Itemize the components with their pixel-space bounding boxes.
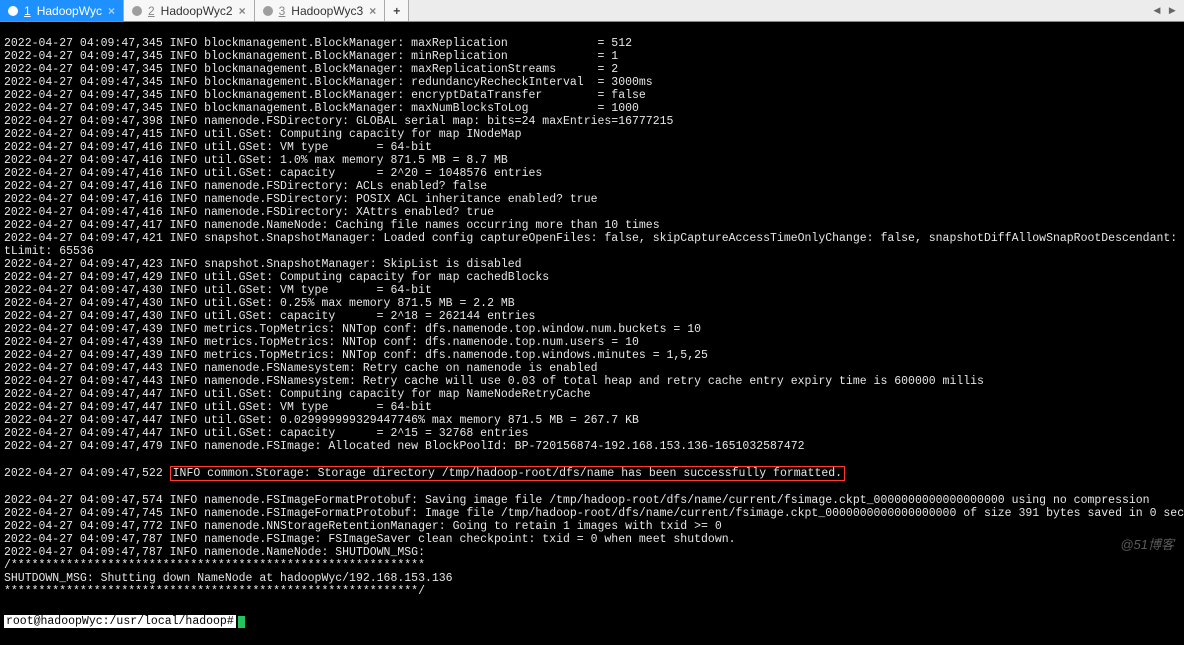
log-line: 2022-04-27 04:09:47,447 INFO util.GSet: … xyxy=(4,388,1180,401)
log-line: 2022-04-27 04:09:47,772 INFO namenode.NN… xyxy=(4,520,1180,533)
scroll-left-icon[interactable]: ◄ xyxy=(1151,5,1162,17)
log-line: SHUTDOWN_MSG: Shutting down NameNode at … xyxy=(4,572,1180,585)
log-line: 2022-04-27 04:09:47,345 INFO blockmanage… xyxy=(4,63,1180,76)
close-icon[interactable]: × xyxy=(108,4,115,18)
status-dot-icon xyxy=(263,6,273,16)
log-line: 2022-04-27 04:09:47,417 INFO namenode.Na… xyxy=(4,219,1180,232)
tab-number: 1 xyxy=(24,4,31,18)
tab-hadoopwyc2[interactable]: 2 HadoopWyc2 × xyxy=(124,0,255,21)
log-line-highlighted: 2022-04-27 04:09:47,522 INFO common.Stor… xyxy=(4,466,1180,481)
log-line: 2022-04-27 04:09:47,430 INFO util.GSet: … xyxy=(4,297,1180,310)
log-line: 2022-04-27 04:09:47,429 INFO util.GSet: … xyxy=(4,271,1180,284)
log-line: 2022-04-27 04:09:47,345 INFO blockmanage… xyxy=(4,102,1180,115)
log-line: 2022-04-27 04:09:47,787 INFO namenode.Na… xyxy=(4,546,1180,559)
log-line: 2022-04-27 04:09:47,439 INFO metrics.Top… xyxy=(4,349,1180,362)
log-line: 2022-04-27 04:09:47,415 INFO util.GSet: … xyxy=(4,128,1180,141)
tab-bar: 1 HadoopWyc × 2 HadoopWyc2 × 3 HadoopWyc3 × + ◄ … xyxy=(0,0,1184,22)
log-line: 2022-04-27 04:09:47,416 INFO util.GSet: … xyxy=(4,141,1180,154)
log-line: 2022-04-27 04:09:47,443 INFO namenode.FS… xyxy=(4,375,1180,388)
log-line: 2022-04-27 04:09:47,574 INFO namenode.FS… xyxy=(4,494,1180,507)
log-line: 2022-04-27 04:09:47,439 INFO metrics.Top… xyxy=(4,323,1180,336)
log-line: ****************************************… xyxy=(4,585,1180,598)
log-line: 2022-04-27 04:09:47,447 INFO util.GSet: … xyxy=(4,414,1180,427)
log-line: 2022-04-27 04:09:47,421 INFO snapshot.Sn… xyxy=(4,232,1180,245)
add-tab-button[interactable]: + xyxy=(385,0,409,21)
log-line: 2022-04-27 04:09:47,416 INFO namenode.FS… xyxy=(4,206,1180,219)
tab-hadoopwyc[interactable]: 1 HadoopWyc × xyxy=(0,0,124,21)
highlight-box: INFO common.Storage: Storage directory /… xyxy=(170,466,845,481)
tab-number: 3 xyxy=(279,4,286,18)
log-line: 2022-04-27 04:09:47,416 INFO util.GSet: … xyxy=(4,154,1180,167)
log-line: 2022-04-27 04:09:47,447 INFO util.GSet: … xyxy=(4,401,1180,414)
tab-label: HadoopWyc3 xyxy=(291,4,363,18)
log-line: /***************************************… xyxy=(4,559,1180,572)
tab-hadoopwyc3[interactable]: 3 HadoopWyc3 × xyxy=(255,0,386,21)
scroll-right-icon[interactable]: ► xyxy=(1167,5,1178,17)
log-line: 2022-04-27 04:09:47,345 INFO blockmanage… xyxy=(4,89,1180,102)
log-lines-after: 2022-04-27 04:09:47,574 INFO namenode.FS… xyxy=(4,494,1180,598)
log-line: 2022-04-27 04:09:47,479 INFO namenode.FS… xyxy=(4,440,1180,453)
tab-number: 2 xyxy=(148,4,155,18)
close-icon[interactable]: × xyxy=(239,4,246,18)
log-line: 2022-04-27 04:09:47,416 INFO util.GSet: … xyxy=(4,167,1180,180)
log-line: 2022-04-27 04:09:47,447 INFO util.GSet: … xyxy=(4,427,1180,440)
tab-scroll-arrows: ◄ ► xyxy=(1145,0,1184,21)
log-line: 2022-04-27 04:09:47,345 INFO blockmanage… xyxy=(4,37,1180,50)
log-line: 2022-04-27 04:09:47,439 INFO metrics.Top… xyxy=(4,336,1180,349)
watermark: @51博客 xyxy=(1120,534,1174,553)
log-line: 2022-04-27 04:09:47,345 INFO blockmanage… xyxy=(4,50,1180,63)
cursor xyxy=(238,616,245,628)
log-line: 2022-04-27 04:09:47,416 INFO namenode.FS… xyxy=(4,193,1180,206)
log-line: 2022-04-27 04:09:47,443 INFO namenode.FS… xyxy=(4,362,1180,375)
log-line: 2022-04-27 04:09:47,745 INFO namenode.FS… xyxy=(4,507,1180,520)
status-dot-icon xyxy=(8,6,18,16)
log-line: 2022-04-27 04:09:47,345 INFO blockmanage… xyxy=(4,76,1180,89)
tab-label: HadoopWyc xyxy=(37,4,102,18)
log-line: 2022-04-27 04:09:47,416 INFO namenode.FS… xyxy=(4,180,1180,193)
log-line: 2022-04-27 04:09:47,430 INFO util.GSet: … xyxy=(4,284,1180,297)
log-line: tLimit: 65536 xyxy=(4,245,1180,258)
shell-prompt: root@hadoopWyc:/usr/local/hadoop# xyxy=(4,615,236,628)
tab-label: HadoopWyc2 xyxy=(161,4,233,18)
log-line: 2022-04-27 04:09:47,787 INFO namenode.FS… xyxy=(4,533,1180,546)
log-line: 2022-04-27 04:09:47,398 INFO namenode.FS… xyxy=(4,115,1180,128)
log-line: 2022-04-27 04:09:47,430 INFO util.GSet: … xyxy=(4,310,1180,323)
prompt-line[interactable]: root@hadoopWyc:/usr/local/hadoop# xyxy=(4,615,1180,628)
log-lines: 2022-04-27 04:09:47,345 INFO blockmanage… xyxy=(4,37,1180,453)
terminal-output[interactable]: 2022-04-27 04:09:47,345 INFO blockmanage… xyxy=(0,22,1184,645)
log-line: 2022-04-27 04:09:47,423 INFO snapshot.Sn… xyxy=(4,258,1180,271)
close-icon[interactable]: × xyxy=(369,4,376,18)
status-dot-icon xyxy=(132,6,142,16)
